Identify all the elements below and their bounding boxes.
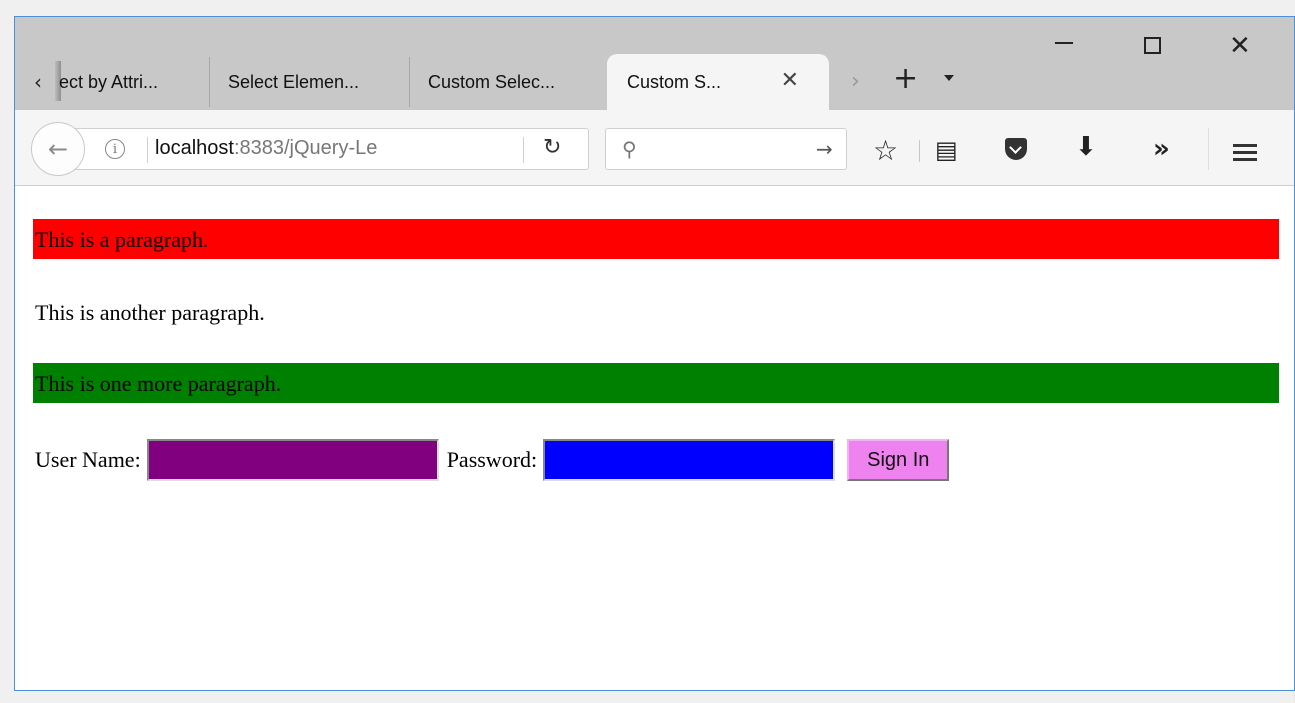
paragraph-red: This is a paragraph. — [33, 219, 1279, 259]
tab-custom-selectors-active[interactable]: Custom S... ✕ — [607, 54, 829, 110]
tab-custom-selectors[interactable]: Custom Selec... — [409, 57, 609, 107]
star-icon[interactable]: ☆ — [873, 134, 898, 167]
close-icon[interactable]: ✕ — [781, 68, 799, 93]
url-path: :8383/jQuery-Le — [233, 137, 378, 159]
tab-select-by-attribute[interactable]: ect by Attri... — [51, 57, 207, 107]
password-field[interactable] — [543, 439, 836, 481]
plus-icon[interactable]: + — [893, 61, 918, 96]
back-button[interactable]: ← — [31, 122, 85, 176]
search-input[interactable] — [652, 135, 802, 163]
sign-in-form: User Name: Password: Sign In — [35, 435, 950, 485]
overflow-chevron-icon[interactable]: » — [1153, 134, 1170, 164]
tab-select-elements[interactable]: Select Elemen... — [209, 57, 409, 107]
password-label: Password: — [446, 447, 538, 472]
minimize-button[interactable] — [1055, 17, 1073, 44]
arrow-right-icon[interactable]: → — [816, 137, 833, 161]
url-divider-2 — [523, 137, 524, 163]
url-bar[interactable]: i localhost:8383/jQuery-Le ↻ — [65, 128, 589, 170]
tab-label: Custom S... — [627, 71, 722, 92]
tab-label: ect by Attri... — [59, 71, 159, 92]
tab-strip: ‹ ect by Attri... Select Elemen... Custo… — [15, 17, 1294, 110]
menu-icon[interactable] — [1233, 144, 1257, 162]
menu-bar-line — [1233, 144, 1257, 147]
navigation-toolbar: i localhost:8383/jQuery-Le ↻ ← ⚲ → ☆ ▤ ⬇… — [15, 110, 1294, 186]
tab-label: Custom Selec... — [428, 71, 556, 92]
toolbar-divider-2 — [1208, 128, 1209, 170]
reload-icon[interactable]: ↻ — [543, 135, 561, 160]
maximize-button[interactable] — [1144, 37, 1161, 54]
url-host: localhost — [155, 137, 234, 159]
search-icon: ⚲ — [622, 137, 637, 161]
menu-bar-line — [1233, 151, 1257, 154]
sign-in-button[interactable]: Sign In — [847, 439, 950, 481]
search-bar[interactable]: ⚲ → — [605, 128, 847, 170]
menu-bar-line — [1233, 158, 1257, 161]
reading-list-icon[interactable]: ▤ — [935, 136, 958, 164]
chevron-left-icon: ‹ — [34, 70, 42, 94]
page-content: This is a paragraph. This is another par… — [15, 187, 1294, 690]
download-icon[interactable]: ⬇ — [1075, 132, 1097, 162]
window-close-button[interactable]: ✕ — [1229, 31, 1251, 61]
arrow-left-icon: ← — [47, 135, 69, 163]
chevron-right-icon[interactable]: › — [851, 69, 860, 94]
toolbar-divider — [919, 140, 920, 162]
caret-down-icon[interactable] — [944, 75, 954, 81]
username-label: User Name: — [35, 447, 141, 472]
paragraph-green: This is one more paragraph. — [33, 363, 1279, 403]
url-text[interactable]: localhost:8383/jQuery-Le — [155, 137, 475, 160]
pocket-icon[interactable] — [1005, 138, 1027, 160]
url-divider — [147, 137, 148, 163]
username-field[interactable] — [146, 439, 439, 481]
paragraph-plain: This is another paragraph. — [33, 292, 1279, 332]
tab-label: Select Elemen... — [228, 71, 360, 92]
info-icon[interactable]: i — [105, 139, 125, 159]
browser-window: ‹ ect by Attri... Select Elemen... Custo… — [14, 16, 1295, 691]
